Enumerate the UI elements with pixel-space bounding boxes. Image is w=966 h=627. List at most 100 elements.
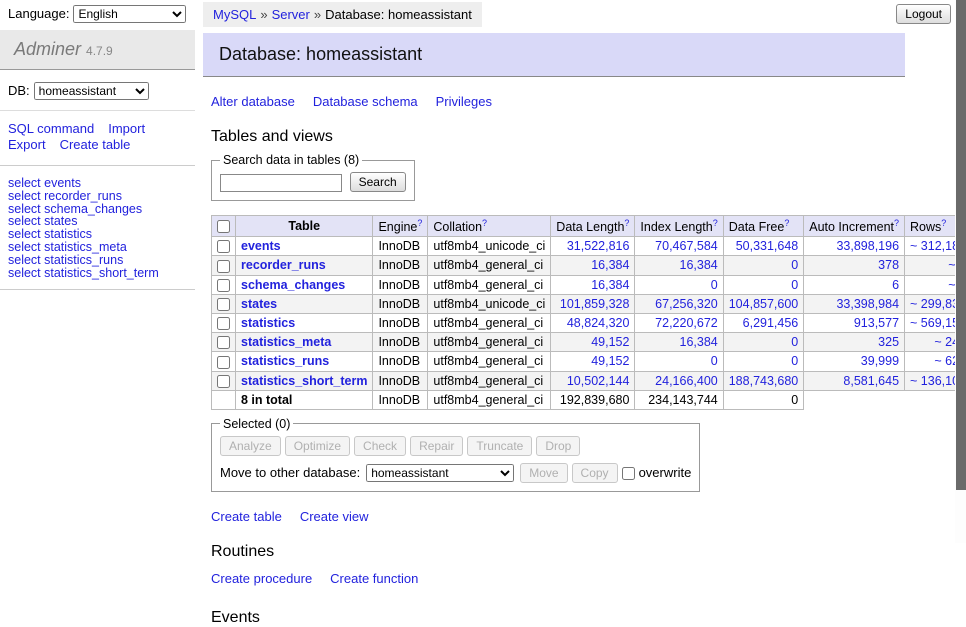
value-link[interactable]: 31,522,816 bbox=[567, 239, 630, 253]
engine-cell: InnoDB bbox=[373, 275, 428, 294]
copy-button[interactable]: Copy bbox=[572, 463, 618, 483]
db-select[interactable]: homeassistant bbox=[34, 82, 149, 100]
help-link[interactable]: ? bbox=[417, 218, 422, 228]
scrollbar-track[interactable] bbox=[955, 0, 966, 543]
value-link[interactable]: 33,398,984 bbox=[836, 297, 899, 311]
value-link[interactable]: 325 bbox=[878, 335, 899, 349]
breadcrumb-link[interactable]: Server bbox=[272, 7, 310, 22]
value-link[interactable]: 16,384 bbox=[680, 335, 718, 349]
value-link[interactable]: 0 bbox=[711, 354, 718, 368]
value-link[interactable]: 67,256,320 bbox=[655, 297, 718, 311]
table-operation-button[interactable]: Check bbox=[354, 436, 406, 456]
table-operation-button[interactable]: Optimize bbox=[285, 436, 350, 456]
database-link[interactable]: Alter database bbox=[211, 94, 295, 109]
move-db-select[interactable]: homeassistant bbox=[366, 464, 514, 482]
column-header: Table bbox=[236, 216, 373, 237]
table-name-link[interactable]: recorder_runs bbox=[241, 258, 326, 272]
sidebar-select-link[interactable]: select statistics_short_term bbox=[8, 267, 195, 280]
select-all-checkbox[interactable] bbox=[217, 220, 230, 233]
value-link[interactable]: 6,291,456 bbox=[743, 316, 799, 330]
value-link[interactable]: 104,857,600 bbox=[729, 297, 799, 311]
help-link[interactable]: ? bbox=[624, 218, 629, 228]
sidebar-action-link[interactable]: Export bbox=[8, 137, 46, 152]
row-checkbox[interactable] bbox=[217, 336, 230, 349]
value-link[interactable]: 378 bbox=[878, 258, 899, 272]
create-link[interactable]: Create view bbox=[300, 509, 369, 524]
table-name-link[interactable]: statistics_short_term bbox=[241, 374, 367, 388]
help-link[interactable]: ? bbox=[482, 218, 487, 228]
row-checkbox[interactable] bbox=[217, 240, 230, 253]
table-operation-button[interactable]: Analyze bbox=[220, 436, 281, 456]
value-link[interactable]: 48,824,320 bbox=[567, 316, 630, 330]
database-link[interactable]: Database schema bbox=[313, 94, 418, 109]
value-link[interactable]: 50,331,648 bbox=[736, 239, 799, 253]
value-link[interactable]: 70,467,584 bbox=[655, 239, 718, 253]
routine-link[interactable]: Create function bbox=[330, 571, 418, 586]
value-link[interactable]: 101,859,328 bbox=[560, 297, 630, 311]
table-operation-button[interactable]: Drop bbox=[536, 436, 580, 456]
value-link[interactable]: 16,384 bbox=[591, 258, 629, 272]
value-link[interactable]: 0 bbox=[791, 335, 798, 349]
value-cell: 10,502,144 bbox=[551, 371, 635, 390]
table-row: statistics_runsInnoDButf8mb4_general_ci4… bbox=[212, 352, 966, 371]
breadcrumb-link[interactable]: MySQL bbox=[213, 7, 256, 22]
search-input[interactable] bbox=[220, 174, 342, 192]
value-link[interactable]: 913,577 bbox=[854, 316, 899, 330]
help-link[interactable]: ? bbox=[941, 218, 946, 228]
scrollbar-thumb[interactable] bbox=[956, 0, 966, 490]
value-link[interactable]: 49,152 bbox=[591, 335, 629, 349]
value-link[interactable]: 16,384 bbox=[591, 278, 629, 292]
value-link[interactable]: 0 bbox=[791, 258, 798, 272]
overwrite-checkbox[interactable] bbox=[622, 467, 635, 480]
overwrite-label[interactable]: overwrite bbox=[639, 465, 692, 480]
column-header: Auto Increment? bbox=[804, 216, 905, 237]
move-button[interactable]: Move bbox=[520, 463, 567, 483]
table-operation-button[interactable]: Truncate bbox=[467, 436, 532, 456]
value-link[interactable]: 24,166,400 bbox=[655, 374, 718, 388]
help-link[interactable]: ? bbox=[713, 218, 718, 228]
sidebar-select-link[interactable]: select recorder_runs bbox=[8, 190, 195, 203]
table-name-link[interactable]: statistics bbox=[241, 316, 295, 330]
logout-button[interactable]: Logout bbox=[896, 4, 951, 24]
collation-cell: utf8mb4_general_ci bbox=[428, 275, 551, 294]
help-link[interactable]: ? bbox=[784, 218, 789, 228]
value-link[interactable]: 33,898,196 bbox=[836, 239, 899, 253]
value-link[interactable]: 0 bbox=[791, 354, 798, 368]
value-cell: 0 bbox=[635, 275, 723, 294]
row-checkbox[interactable] bbox=[217, 317, 230, 330]
create-link[interactable]: Create table bbox=[211, 509, 282, 524]
sidebar-action-link[interactable]: Create table bbox=[60, 137, 131, 152]
value-link[interactable]: 16,384 bbox=[680, 258, 718, 272]
help-link[interactable]: ? bbox=[894, 218, 899, 228]
value-link[interactable]: 0 bbox=[791, 278, 798, 292]
sidebar-action-link[interactable]: SQL command bbox=[8, 121, 94, 136]
value-link[interactable]: 39,999 bbox=[861, 354, 899, 368]
row-checkbox[interactable] bbox=[217, 375, 230, 388]
table-name-link[interactable]: schema_changes bbox=[241, 278, 345, 292]
table-name-link[interactable]: statistics_meta bbox=[241, 335, 331, 349]
sidebar-select-link[interactable]: select statistics_runs bbox=[8, 254, 195, 267]
sidebar-select-link[interactable]: select statistics_meta bbox=[8, 241, 195, 254]
row-checkbox[interactable] bbox=[217, 260, 230, 273]
value-link[interactable]: 188,743,680 bbox=[729, 374, 799, 388]
search-button[interactable]: Search bbox=[350, 172, 406, 192]
value-link[interactable]: 72,220,672 bbox=[655, 316, 718, 330]
sidebar-action-link[interactable]: Import bbox=[108, 121, 145, 136]
value-link[interactable]: 49,152 bbox=[591, 354, 629, 368]
row-checkbox[interactable] bbox=[217, 356, 230, 369]
table-operation-button[interactable]: Repair bbox=[410, 436, 463, 456]
row-checkbox[interactable] bbox=[217, 279, 230, 292]
routine-link[interactable]: Create procedure bbox=[211, 571, 312, 586]
value-link[interactable]: 0 bbox=[711, 278, 718, 292]
value-link[interactable]: 10,502,144 bbox=[567, 374, 630, 388]
database-link[interactable]: Privileges bbox=[436, 94, 492, 109]
value-link[interactable]: 6 bbox=[892, 278, 899, 292]
table-name-link[interactable]: states bbox=[241, 297, 277, 311]
language-select[interactable]: English bbox=[73, 5, 186, 23]
table-name-link[interactable]: events bbox=[241, 239, 281, 253]
value-cell: 72,220,672 bbox=[635, 313, 723, 332]
value-link[interactable]: 8,581,645 bbox=[843, 374, 899, 388]
row-checkbox[interactable] bbox=[217, 298, 230, 311]
table-name-link[interactable]: statistics_runs bbox=[241, 354, 329, 368]
sidebar-select-link[interactable]: select events bbox=[8, 177, 195, 190]
